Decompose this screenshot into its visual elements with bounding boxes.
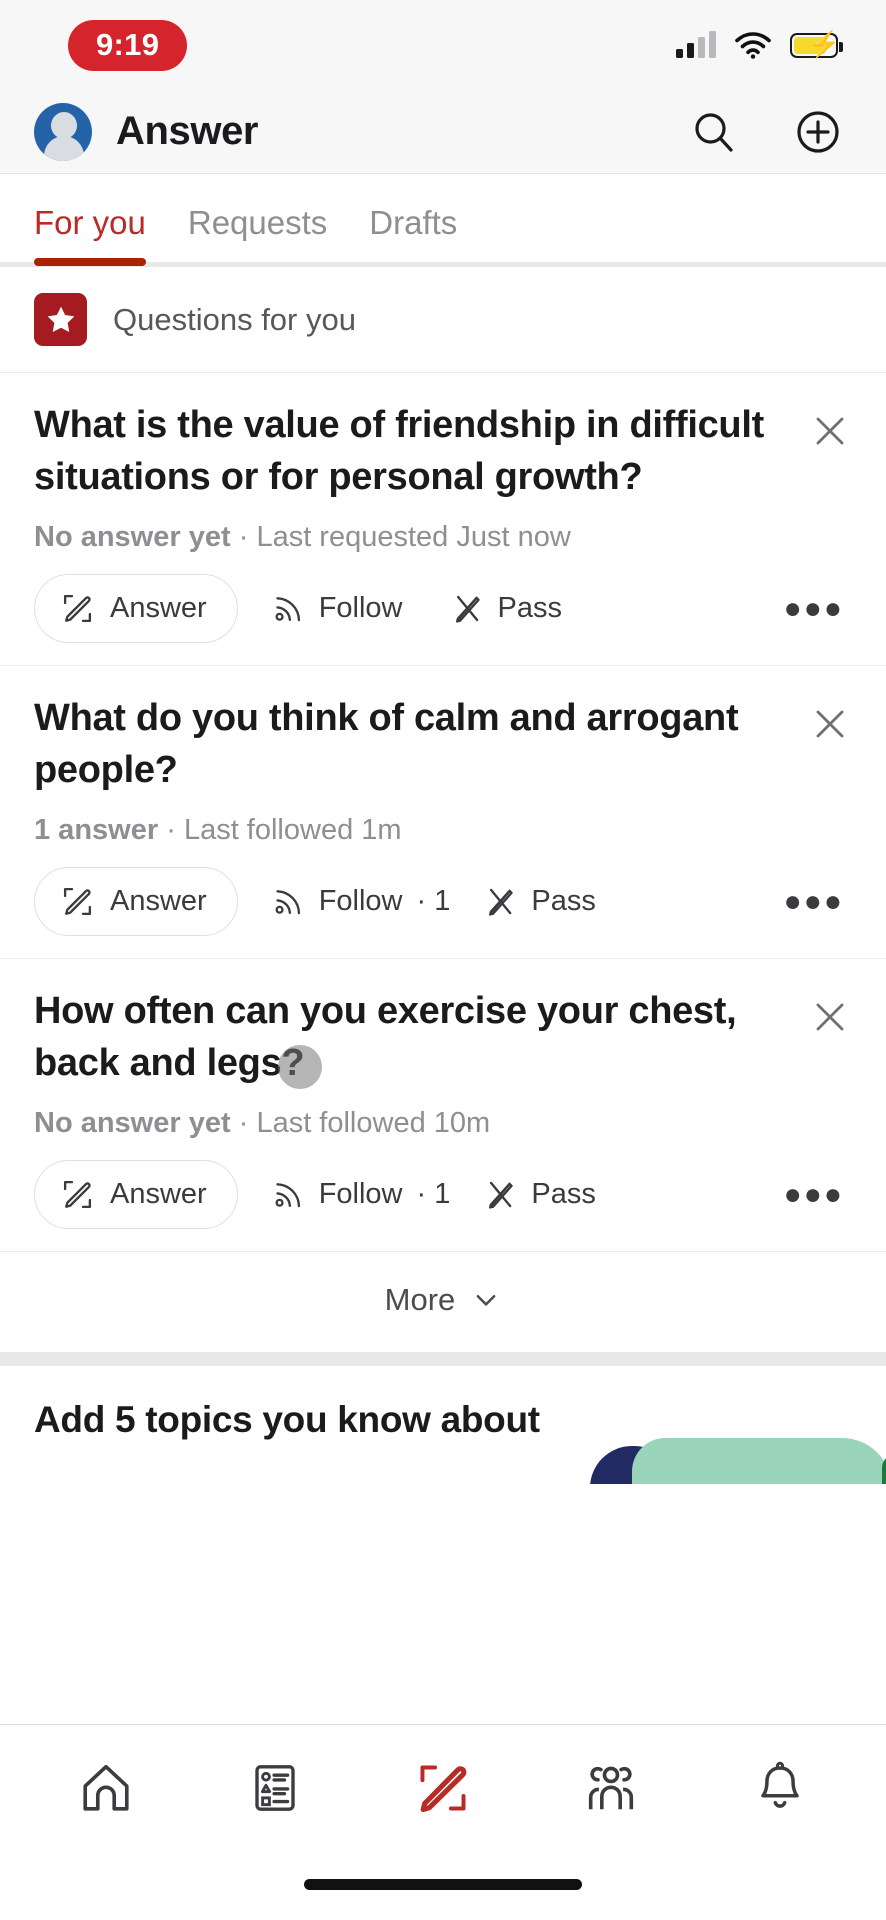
page-title: Answer <box>116 109 259 153</box>
question-actions: Answer Follow · 1 Pass ●●● <box>34 867 852 937</box>
close-icon[interactable] <box>808 409 852 453</box>
question-actions: Answer Follow Pass ●●● <box>34 574 852 644</box>
meta-detail: Last requested Just now <box>256 521 571 554</box>
battery-charging-icon: ⚡ <box>790 31 843 58</box>
search-icon[interactable] <box>690 108 738 156</box>
meta-separator: · <box>238 521 249 554</box>
question-card-top: What is the value of friendship in diffi… <box>34 399 852 503</box>
pass-button-label: Pass <box>531 1178 596 1211</box>
answer-button-label: Answer <box>110 885 207 918</box>
notifications-bell-icon[interactable] <box>738 1746 822 1830</box>
more-label: More <box>384 1282 456 1318</box>
tab-requests[interactable]: Requests <box>188 204 327 262</box>
tab-drafts[interactable]: Drafts <box>369 204 457 262</box>
answer-button[interactable]: Answer <box>34 867 238 937</box>
pass-crossed-pencil-icon <box>455 595 480 623</box>
question-card-top: What do you think of calm and arrogant p… <box>34 692 852 796</box>
ellipsis-icon[interactable]: ●●● <box>784 885 852 919</box>
touch-indicator <box>278 1045 322 1090</box>
section-spacer <box>0 1352 886 1367</box>
star-icon <box>34 293 87 346</box>
follow-button[interactable]: Follow · 1 <box>272 885 451 918</box>
question-meta: 1 answer · Last followed 1m <box>34 814 852 847</box>
cellular-signal-icon <box>676 31 716 58</box>
question-meta: No answer yet · Last followed 10m <box>34 1107 852 1140</box>
answer-pencil-icon <box>63 595 92 623</box>
spaces-people-icon[interactable] <box>569 1746 653 1830</box>
answer-button[interactable]: Answer <box>34 574 238 644</box>
follow-button-label: Follow <box>318 1178 403 1211</box>
bottom-nav-items <box>0 1725 886 1851</box>
follow-rss-icon <box>275 1183 300 1208</box>
home-indicator <box>304 1879 582 1890</box>
question-card-top: How often can you exercise your chest, b… <box>34 985 852 1089</box>
wifi-icon <box>735 31 771 59</box>
question-meta: No answer yet · Last requested Just now <box>34 521 852 554</box>
status-bar-indicators: ⚡ <box>676 31 843 59</box>
follow-count: · 1 <box>416 885 451 918</box>
pass-button-label: Pass <box>497 592 562 625</box>
pass-button-label: Pass <box>531 885 596 918</box>
answer-button[interactable]: Answer <box>34 1160 238 1230</box>
status-bar: 9:19 ⚡ <box>0 0 886 90</box>
plus-circle-icon[interactable] <box>794 108 842 156</box>
follow-button-label: Follow <box>318 885 403 918</box>
pass-crossed-pencil-icon <box>489 1182 514 1209</box>
answer-pencil-icon <box>63 888 92 916</box>
follow-rss-icon <box>275 597 300 622</box>
answer-button-label: Answer <box>110 592 207 625</box>
user-avatar-icon[interactable] <box>34 102 92 161</box>
tab-for-you[interactable]: For you <box>34 204 146 266</box>
ellipsis-icon[interactable]: ●●● <box>784 592 852 626</box>
answer-status: No answer yet <box>34 1107 231 1140</box>
meta-detail: Last followed 1m <box>183 814 402 847</box>
more-button[interactable]: More <box>0 1252 886 1353</box>
section-header-questions-for-you: Questions for you <box>0 267 886 373</box>
topics-illustration <box>566 1422 886 1485</box>
close-icon[interactable] <box>808 995 852 1039</box>
bottom-navigation-bar <box>0 1724 886 1920</box>
follow-button[interactable]: Follow <box>272 592 417 625</box>
app-screen: 9:19 ⚡ Answer For you Requests Drafts Qu… <box>0 0 886 1920</box>
close-icon[interactable] <box>808 702 852 746</box>
question-card[interactable]: What do you think of calm and arrogant p… <box>0 666 886 960</box>
question-title[interactable]: What do you think of calm and arrogant p… <box>34 692 808 796</box>
feed-list-icon[interactable] <box>233 1746 317 1830</box>
question-actions: Answer Follow · 1 Pass ●●● <box>34 1160 852 1230</box>
tab-bar: For you Requests Drafts <box>0 174 886 266</box>
ellipsis-icon[interactable]: ●●● <box>784 1178 852 1212</box>
section-label: Questions for you <box>113 301 356 337</box>
follow-button-label: Follow <box>318 592 403 625</box>
meta-separator: · <box>238 1107 249 1140</box>
question-card[interactable]: How often can you exercise your chest, b… <box>0 959 886 1253</box>
pass-button[interactable]: Pass <box>484 885 596 918</box>
question-card[interactable]: What is the value of friendship in diffi… <box>0 373 886 667</box>
meta-separator: · <box>166 814 176 847</box>
app-header: Answer <box>0 90 886 174</box>
answer-status: No answer yet <box>34 521 231 554</box>
meta-detail: Last followed 10m <box>256 1107 491 1140</box>
question-title[interactable]: How often can you exercise your chest, b… <box>34 985 808 1089</box>
follow-rss-icon <box>275 890 300 915</box>
home-icon[interactable] <box>64 1746 148 1830</box>
pass-crossed-pencil-icon <box>489 888 514 916</box>
answer-status: 1 answer <box>34 814 159 847</box>
chevron-down-icon <box>476 1295 496 1306</box>
pass-button[interactable]: Pass <box>484 1178 596 1211</box>
answer-pencil-icon[interactable] <box>401 1746 485 1830</box>
follow-button[interactable]: Follow · 1 <box>272 1178 451 1211</box>
add-topics-section[interactable]: Add 5 topics you know about <box>0 1366 886 1485</box>
answer-pencil-icon <box>63 1181 92 1209</box>
header-actions <box>690 108 852 156</box>
question-title[interactable]: What is the value of friendship in diffi… <box>34 399 808 503</box>
follow-count: · 1 <box>416 1178 451 1211</box>
pass-button[interactable]: Pass <box>451 592 562 625</box>
answer-button-label: Answer <box>110 1178 207 1211</box>
status-bar-time: 9:19 <box>68 19 188 71</box>
